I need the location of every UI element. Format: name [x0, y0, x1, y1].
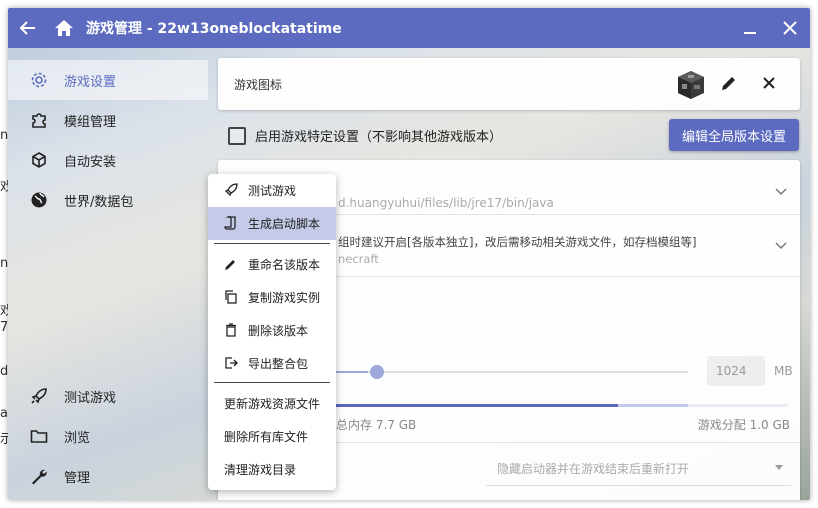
- pencil-icon: [224, 257, 238, 271]
- game-icon-label: 游戏图标: [234, 77, 283, 92]
- specific-settings-label: 启用游戏特定设置（不影响其他游戏版本）: [255, 130, 503, 145]
- memory-input[interactable]: 1024: [707, 356, 765, 386]
- cube-icon: [30, 151, 48, 169]
- menu-item-duplicate[interactable]: 复制游戏实例: [208, 281, 336, 314]
- sidebar: 游戏设置 模组管理 自动安装 世界/数据包 测试游戏 浏览 管理: [8, 60, 208, 500]
- sidebar-item-label: 测试游戏: [64, 390, 117, 406]
- menu-divider: [214, 243, 330, 244]
- sidebar-item-test-game[interactable]: 测试游戏: [8, 376, 208, 416]
- sidebar-item-label: 模组管理: [64, 114, 117, 130]
- script-icon: [224, 216, 238, 230]
- pencil-icon: [722, 77, 735, 90]
- menu-item-delete[interactable]: 删除该版本: [208, 314, 336, 347]
- menu-item-clean-directory[interactable]: 清理游戏目录: [208, 453, 336, 486]
- background-fragment: a: [0, 406, 8, 421]
- caret-down-icon: [775, 465, 783, 470]
- sidebar-item-label: 浏览: [64, 430, 91, 446]
- window-title: 游戏管理 - 22w13oneblockatatime: [86, 21, 342, 37]
- back-button[interactable]: [8, 8, 48, 48]
- specific-settings-checkbox[interactable]: [228, 126, 246, 145]
- sidebar-item-label: 世界/数据包: [64, 194, 134, 210]
- wrench-icon: [30, 467, 48, 485]
- rocket-icon: [30, 387, 48, 405]
- sidebar-item-browse[interactable]: 浏览: [8, 416, 208, 456]
- launcher-visibility-value: 隐藏启动器并在游戏结束后重新打开: [497, 462, 690, 476]
- menu-item-rename[interactable]: 重命名该版本: [208, 248, 336, 281]
- title-bar: 游戏管理 - 22w13oneblockatatime: [8, 8, 810, 48]
- sidebar-item-auto-install[interactable]: 自动安装: [8, 140, 208, 180]
- edit-icon-button[interactable]: [720, 74, 738, 95]
- globe-icon: [30, 191, 48, 209]
- menu-item-export[interactable]: 导出整合包: [208, 347, 336, 380]
- close-icon: [783, 21, 797, 35]
- menu-item-test-game[interactable]: 测试游戏: [208, 174, 336, 207]
- puzzle-icon: [30, 111, 48, 129]
- trash-icon: [224, 323, 238, 337]
- sidebar-item-game-settings[interactable]: 游戏设置: [8, 60, 208, 100]
- game-actions-menu: 测试游戏 生成启动脚本 重命名该版本 复制游戏实例 删除该版本 导出整合包 更新…: [208, 174, 336, 490]
- memory-allocated-text: 游戏分配 1.0 GB: [697, 418, 790, 432]
- sidebar-item-worlds[interactable]: 世界/数据包: [8, 180, 208, 220]
- close-window-button[interactable]: [770, 8, 810, 48]
- menu-item-delete-libraries[interactable]: 删除所有库文件: [208, 420, 336, 453]
- chevron-down-icon[interactable]: [775, 184, 787, 200]
- sidebar-item-manage[interactable]: 管理: [8, 456, 208, 496]
- chevron-down-icon[interactable]: [775, 238, 787, 254]
- game-manager-window: 游戏管理 - 22w13oneblockatatime 游戏设置 模组管理 自动…: [8, 8, 810, 500]
- sidebar-item-label: 自动安装: [64, 154, 117, 170]
- remove-icon-button[interactable]: [760, 74, 778, 95]
- java-path-value[interactable]: d.huangyuhui/files/lib/jre17/bin/java: [338, 196, 554, 210]
- memory-slider-thumb[interactable]: [370, 365, 384, 379]
- launcher-visibility-select[interactable]: 隐藏启动器并在游戏结束后重新打开: [486, 452, 791, 486]
- arrow-left-icon: [19, 21, 35, 35]
- menu-divider: [214, 382, 330, 383]
- memory-used-fill: [328, 404, 618, 407]
- gear-icon: [30, 71, 48, 89]
- copy-icon: [224, 290, 238, 304]
- game-dir-hint: 组时建议开启[各版本独立]，改后需移动相关游戏文件，如存档模组等]: [338, 235, 697, 249]
- menu-item-generate-script[interactable]: 生成启动脚本: [208, 207, 336, 240]
- minimize-button[interactable]: [730, 8, 770, 48]
- home-icon: [55, 20, 73, 36]
- game-dir-value: necraft: [338, 252, 379, 266]
- specific-settings-toggle[interactable]: 启用游戏特定设置（不影响其他游戏版本）: [228, 126, 502, 145]
- export-icon: [224, 356, 238, 370]
- sidebar-item-label: 管理: [64, 470, 91, 486]
- home-button[interactable]: [48, 8, 80, 48]
- sidebar-item-label: 游戏设置: [64, 74, 117, 90]
- memory-allocated-fill: [618, 404, 688, 407]
- folder-icon: [30, 427, 48, 445]
- memory-unit: MB: [774, 364, 793, 378]
- memory-total-text: 总内存 7.7 GB: [336, 418, 417, 432]
- game-icon-card: 游戏图标: [218, 58, 800, 110]
- edit-global-settings-button[interactable]: 编辑全局版本设置: [669, 119, 799, 151]
- command-block-icon: [678, 71, 704, 99]
- minimize-icon: [744, 32, 756, 34]
- sidebar-item-mods[interactable]: 模组管理: [8, 100, 208, 140]
- menu-item-update-assets[interactable]: 更新游戏资源文件: [208, 387, 336, 420]
- close-icon: [763, 77, 775, 89]
- rocket-icon: [224, 183, 238, 197]
